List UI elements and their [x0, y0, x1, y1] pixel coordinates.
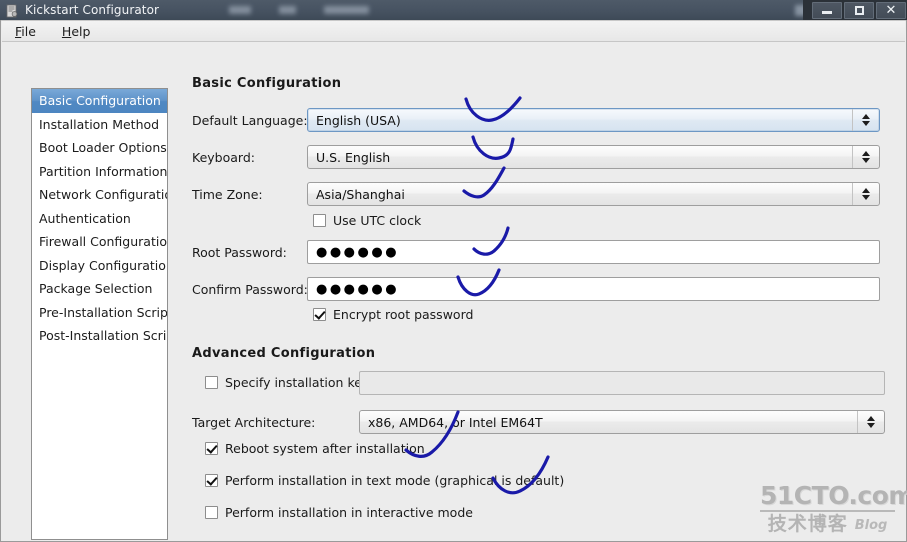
keyboard-label: Keyboard: — [192, 149, 255, 165]
time-zone-combo[interactable]: Asia/Shanghai — [307, 182, 880, 206]
window-controls: ✕ — [803, 0, 907, 20]
chevron-updown-icon[interactable] — [857, 411, 884, 433]
root-password-row: Root Password: ●●●●●● — [192, 240, 892, 264]
confirm-password-label: Confirm Password: — [192, 281, 308, 297]
window-body: File Help Basic Configuration Installati… — [0, 20, 907, 542]
menu-help-rest: elp — [71, 23, 91, 39]
confirm-password-value: ●●●●●● — [316, 281, 400, 297]
main-panel: Basic Configuration Default Language: En… — [192, 76, 892, 542]
default-language-row: Default Language: English (USA) — [192, 108, 892, 132]
app-icon — [5, 3, 19, 18]
reboot-after-installation-label: Reboot system after installation — [225, 441, 425, 456]
target-architecture-value: x86, AMD64, or Intel EM64T — [368, 414, 543, 430]
close-button[interactable]: ✕ — [876, 1, 906, 19]
menu-file[interactable]: File — [12, 23, 39, 40]
specify-installation-key-checkbox[interactable] — [205, 376, 218, 389]
keyboard-value: U.S. English — [316, 149, 391, 165]
sidebar-item-display-configuration[interactable]: Display Configuration — [32, 254, 167, 278]
menu-help[interactable]: Help — [59, 23, 94, 40]
sidebar-item-post-installation-script[interactable]: Post-Installation Script — [32, 324, 167, 348]
installation-key-input — [359, 371, 885, 395]
basic-configuration-heading: Basic Configuration — [192, 76, 342, 91]
specify-installation-key-label: Specify installation key: — [225, 375, 373, 390]
sidebar-item-partition-information[interactable]: Partition Information — [32, 160, 167, 184]
sidebar-item-package-selection[interactable]: Package Selection — [32, 277, 167, 301]
target-architecture-row: Target Architecture: x86, AMD64, or Inte… — [192, 410, 892, 434]
minimize-button[interactable] — [812, 1, 842, 19]
reboot-after-installation-row[interactable]: Reboot system after installation — [205, 441, 425, 456]
menu-file-rest: ile — [21, 23, 36, 39]
time-zone-value: Asia/Shanghai — [316, 186, 405, 202]
default-language-value: English (USA) — [316, 112, 401, 128]
titlebar-blurred-text — [159, 0, 907, 20]
sidebar-item-firewall-configuration[interactable]: Firewall Configuration — [32, 230, 167, 254]
sidebar-item-boot-loader-options[interactable]: Boot Loader Options — [32, 136, 167, 160]
chevron-updown-icon[interactable] — [852, 183, 879, 205]
title-bar: Kickstart Configurator ✕ — [0, 0, 907, 20]
reboot-after-installation-checkbox[interactable] — [205, 442, 218, 455]
root-password-input[interactable]: ●●●●●● — [307, 240, 880, 264]
sidebar-item-network-configuration[interactable]: Network Configuration — [32, 183, 167, 207]
default-language-label: Default Language: — [192, 112, 308, 128]
target-architecture-combo[interactable]: x86, AMD64, or Intel EM64T — [359, 410, 885, 434]
menu-help-mnemonic: H — [61, 23, 72, 39]
encrypt-root-password-label: Encrypt root password — [333, 307, 474, 322]
confirm-password-input[interactable]: ●●●●●● — [307, 277, 880, 301]
sidebar-item-basic-configuration[interactable]: Basic Configuration — [32, 89, 167, 113]
application-window: Kickstart Configurator ✕ File Help Basic… — [0, 0, 907, 542]
interactive-mode-installation-row[interactable]: Perform installation in interactive mode — [205, 505, 473, 520]
watermark-chinese: 技术博客 — [767, 513, 848, 535]
sidebar-item-authentication[interactable]: Authentication — [32, 207, 167, 231]
text-mode-installation-label: Perform installation in text mode (graph… — [225, 473, 565, 488]
chevron-updown-icon[interactable] — [852, 146, 879, 168]
default-language-combo[interactable]: English (USA) — [307, 108, 880, 132]
advanced-configuration-heading: Advanced Configuration — [192, 346, 376, 361]
text-mode-installation-row[interactable]: Perform installation in text mode (graph… — [205, 473, 564, 488]
watermark-blog: Blog — [854, 518, 888, 533]
interactive-mode-installation-label: Perform installation in interactive mode — [225, 505, 473, 520]
keyboard-row: Keyboard: U.S. English — [192, 145, 892, 169]
time-zone-row: Time Zone: Asia/Shanghai — [192, 182, 892, 206]
navigation-sidebar[interactable]: Basic Configuration Installation Method … — [31, 88, 168, 540]
root-password-label: Root Password: — [192, 244, 287, 260]
root-password-value: ●●●●●● — [316, 244, 400, 260]
confirm-password-row: Confirm Password: ●●●●●● — [192, 277, 892, 301]
use-utc-clock-label: Use UTC clock — [333, 213, 422, 228]
sidebar-item-pre-installation-script[interactable]: Pre-Installation Script — [32, 301, 167, 325]
watermark: 51CTO.com 技术博客 Blog — [760, 481, 907, 535]
menu-bar: File Help — [2, 21, 905, 42]
watermark-site: 51CTO.com — [760, 481, 907, 512]
text-mode-installation-checkbox[interactable] — [205, 474, 218, 487]
specify-installation-key-row[interactable]: Specify installation key: — [205, 375, 373, 390]
maximize-button[interactable] — [844, 1, 874, 19]
sidebar-item-installation-method[interactable]: Installation Method — [32, 113, 167, 137]
target-architecture-label: Target Architecture: — [192, 414, 316, 430]
window-title: Kickstart Configurator — [25, 3, 160, 17]
time-zone-label: Time Zone: — [192, 186, 263, 202]
content-area: Basic Configuration Installation Method … — [2, 43, 905, 540]
interactive-mode-installation-checkbox[interactable] — [205, 506, 218, 519]
use-utc-clock-row[interactable]: Use UTC clock — [313, 213, 421, 228]
encrypt-root-password-checkbox[interactable] — [313, 308, 326, 321]
use-utc-clock-checkbox[interactable] — [313, 214, 326, 227]
keyboard-combo[interactable]: U.S. English — [307, 145, 880, 169]
chevron-updown-icon[interactable] — [852, 109, 879, 131]
encrypt-root-password-row[interactable]: Encrypt root password — [313, 307, 473, 322]
